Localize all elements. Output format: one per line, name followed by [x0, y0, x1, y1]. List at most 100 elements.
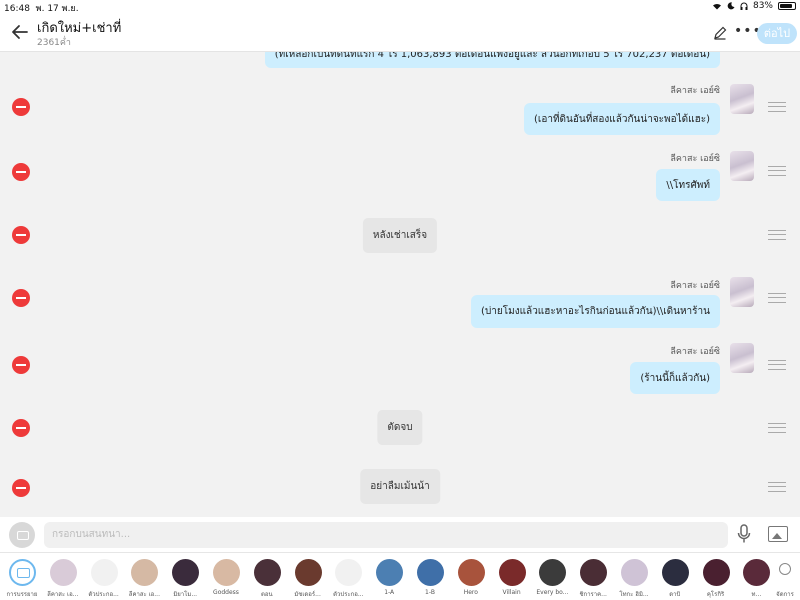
- character-avatar: [498, 559, 526, 586]
- character-name: ตอน: [260, 591, 273, 598]
- narration-bubble[interactable]: อย่าลืมเม้นน้า: [360, 469, 440, 504]
- back-arrow-icon[interactable]: [10, 22, 30, 42]
- message-row: อย่าลืมเม้นน้า: [0, 469, 800, 509]
- character-name: Villain: [502, 589, 521, 596]
- manage-characters-button[interactable]: จัดการ: [770, 553, 800, 600]
- message-input[interactable]: กรอกบนสนทนา...: [44, 522, 728, 548]
- message-bubble[interactable]: \\โทรศัพท์: [656, 169, 720, 201]
- wifi-icon: [712, 3, 721, 10]
- character-name: มัชเดอร์...: [294, 591, 321, 598]
- character-item[interactable]: Goddess: [206, 553, 246, 600]
- character-name: ลีคาสะ เอ...: [128, 591, 160, 598]
- character-name: ดาบิ: [669, 591, 681, 598]
- character-name: ตัวประกอ...: [333, 591, 364, 598]
- narration-toggle-icon[interactable]: [9, 522, 35, 548]
- character-item[interactable]: Villain: [492, 553, 532, 600]
- character-name: มิยาโม...: [173, 591, 198, 598]
- character-item[interactable]: โทกะ ฮิมิ...: [614, 553, 654, 600]
- next-button[interactable]: ต่อไป: [757, 23, 797, 44]
- character-avatar: [131, 559, 159, 586]
- sender-name: ลีคาสะ เอย์ซิ: [670, 154, 720, 164]
- delete-message-button[interactable]: [12, 226, 30, 244]
- delete-message-button[interactable]: [12, 289, 30, 307]
- character-list: การบรรยาย ลีคาสะ เอ... ตัวประกอ... ลีคาสะ เ…: [0, 553, 800, 600]
- message-row: ลีคาสะ เอย์ซิ (ร้านนี้ก็แล้วกัน): [0, 342, 800, 402]
- drag-handle-icon[interactable]: [768, 360, 786, 370]
- character-avatar: [621, 559, 648, 586]
- pencil-icon[interactable]: [713, 26, 727, 40]
- character-item[interactable]: มัชเดอร์...: [288, 553, 328, 600]
- narrator-icon: [9, 559, 36, 586]
- sender-name: ลีคาสะ เอย์ซิ: [670, 281, 720, 291]
- character-avatar: [730, 343, 754, 373]
- message-bubble[interactable]: (บ่ายโมงแล้วแฮะหาอะไรกินก่อนแล้วกัน)\\เด…: [471, 295, 720, 328]
- image-icon[interactable]: [768, 526, 788, 542]
- drag-handle-icon[interactable]: [768, 293, 786, 303]
- character-item[interactable]: ชิการาค...: [573, 553, 613, 600]
- delete-message-button[interactable]: [12, 419, 30, 437]
- message-row: ลีคาสะ เอย์ซิ (บ่ายโมงแล้วแฮะหาอะไรกินก่…: [0, 276, 800, 336]
- narrator-item[interactable]: การบรรยาย: [2, 553, 42, 600]
- drag-handle-icon[interactable]: [768, 230, 786, 240]
- narration-bubble[interactable]: หลังเช่าเสร็จ: [362, 218, 438, 253]
- message-row: ตัดจบ: [0, 410, 800, 450]
- delete-message-button[interactable]: [12, 98, 30, 116]
- character-item[interactable]: 1-A: [369, 553, 409, 600]
- character-item[interactable]: มิยาโม...: [165, 553, 205, 600]
- status-date: พ. 17 พ.ย.: [35, 4, 79, 14]
- message-row: หลังเช่าเสร็จ: [0, 218, 800, 258]
- character-avatar: [730, 277, 754, 307]
- headphones-icon: [740, 2, 748, 10]
- battery-icon: [778, 2, 796, 10]
- drag-handle-icon[interactable]: [768, 102, 786, 112]
- character-name: Goddess: [213, 589, 239, 596]
- character-avatar: [730, 84, 754, 114]
- narration-bubble[interactable]: ตัดจบ: [377, 410, 423, 445]
- character-name: ตัวประกอ...: [88, 591, 119, 598]
- status-time: 16:48: [4, 4, 30, 14]
- character-avatar: [172, 559, 200, 586]
- drag-handle-icon[interactable]: [768, 423, 786, 433]
- delete-message-button[interactable]: [12, 356, 30, 374]
- message-bubble[interactable]: (เอาที่ดินอันที่สองแล้วกันน่าจะพอได้แฮะ): [524, 103, 720, 135]
- character-name: ชิการาค...: [579, 591, 607, 598]
- drag-handle-icon[interactable]: [768, 166, 786, 176]
- character-avatar: [743, 559, 771, 586]
- character-name: คุโรกิริ: [706, 591, 725, 598]
- character-name: 1-B: [425, 589, 435, 596]
- character-avatar: [580, 559, 608, 586]
- microphone-icon[interactable]: [737, 524, 751, 544]
- battery-percent: 83%: [752, 1, 773, 11]
- message-row: ลีคาสะ เอย์ซิ (เอาที่ดินอันที่สองแล้วกัน…: [0, 82, 800, 152]
- character-item[interactable]: ตอน: [247, 553, 287, 600]
- character-name: โทกะ ฮิมิ...: [619, 591, 649, 598]
- message-row: ลีคาสะ เอย์ซิ \\โทรศัพท์: [0, 149, 800, 209]
- character-item[interactable]: ลีคาสะ เอ...: [124, 553, 164, 600]
- character-avatar: [457, 559, 485, 586]
- character-item[interactable]: คุโรกิริ: [696, 553, 736, 600]
- character-item[interactable]: ดาบิ: [655, 553, 695, 600]
- character-item[interactable]: Hero: [451, 553, 491, 600]
- message-bubble[interactable]: (ที่เหลือก็เป็นที่ดินที่แรก 4 ไร่ 1,063,…: [264, 52, 720, 68]
- character-item[interactable]: 1-B: [410, 553, 450, 600]
- character-item[interactable]: ตัวประกอ...: [84, 553, 124, 600]
- input-bar: กรอกบนสนทนา...: [0, 517, 800, 552]
- message-list: (ที่เหลือก็เป็นที่ดินที่แรก 4 ไร่ 1,063,…: [0, 52, 800, 517]
- character-avatar: [376, 559, 404, 586]
- character-avatar: [213, 559, 240, 586]
- sender-name: ลีคาสะ เอย์ซิ: [670, 347, 720, 357]
- delete-message-button[interactable]: [12, 163, 30, 181]
- character-item[interactable]: ตัวประกอ...: [328, 553, 368, 600]
- manage-label: จัดการ: [776, 591, 794, 598]
- character-avatar: [539, 559, 567, 586]
- message-bubble[interactable]: (ร้านนี้ก็แล้วกัน): [630, 362, 720, 394]
- story-subtitle: 2361ค่ำ: [37, 38, 71, 48]
- delete-message-button[interactable]: [12, 479, 30, 497]
- drag-handle-icon[interactable]: [768, 482, 786, 492]
- character-bar: การบรรยาย ลีคาสะ เอ... ตัวประกอ... ลีคาสะ เ…: [0, 552, 800, 600]
- character-item[interactable]: ลีคาสะ เอ...: [43, 553, 83, 600]
- character-avatar: [417, 559, 444, 586]
- character-item[interactable]: Every bo...: [532, 553, 572, 600]
- sender-name: ลีคาสะ เอย์ซิ: [670, 86, 720, 96]
- character-avatar: [90, 559, 118, 586]
